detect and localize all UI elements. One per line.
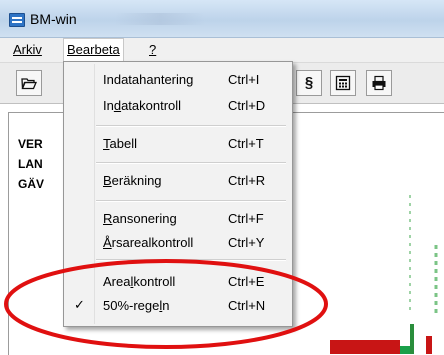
shortcut-label: Ctrl+F: [228, 211, 264, 226]
work-label: VER: [18, 137, 43, 151]
menu-item-ransonering[interactable]: Ransonering Ctrl+F: [64, 208, 292, 230]
menu-separator: [96, 125, 286, 127]
menu-arkiv[interactable]: Arkiv: [10, 42, 45, 57]
menu-item-indatahantering[interactable]: Indatahantering Ctrl+I: [64, 69, 292, 91]
title-bar-blur: [115, 13, 205, 25]
section-icon: §: [304, 74, 314, 91]
title-bar: BM-win: [0, 0, 444, 38]
menu-item-arsarealkontroll[interactable]: Årsarealkontroll Ctrl+Y: [64, 232, 292, 254]
menu-item-tabell[interactable]: Tabell Ctrl+T: [64, 133, 292, 155]
shortcut-label: Ctrl+E: [228, 274, 265, 289]
print-button[interactable]: [366, 70, 392, 96]
window-title: BM-win: [30, 11, 77, 27]
checkmark-icon: ✓: [74, 297, 85, 312]
menu-item-berakning[interactable]: Beräkning Ctrl+R: [64, 170, 292, 192]
shortcut-label: Ctrl+Y: [228, 235, 265, 250]
menu-separator: [96, 200, 286, 202]
calculator-icon: [335, 75, 351, 91]
shortcut-label: Ctrl+N: [228, 298, 266, 313]
chart-fragment-vertical: [409, 195, 438, 313]
app-icon: [9, 13, 25, 27]
section-button[interactable]: §: [296, 70, 322, 96]
menu-separator: [96, 162, 286, 164]
calculator-button[interactable]: [330, 70, 356, 96]
open-folder-button[interactable]: [16, 70, 42, 96]
chart-fragment: [330, 324, 432, 354]
shortcut-label: Ctrl+R: [228, 173, 266, 188]
menu-separator: [96, 259, 286, 261]
bearbeta-dropdown-menu: Indatahantering Ctrl+I Indatakontroll Ct…: [63, 61, 293, 327]
shortcut-label: Ctrl+T: [228, 136, 264, 151]
folder-open-icon: [21, 78, 37, 90]
menu-item-50-procent-regeln[interactable]: ✓ 50%-regeln Ctrl+N: [64, 295, 292, 317]
menu-help[interactable]: ?: [146, 42, 159, 57]
menu-bar: Arkiv Bearbeta ?: [0, 38, 444, 63]
work-label: GÄV: [18, 177, 45, 191]
menu-item-arealkontroll[interactable]: Arealkontroll Ctrl+E: [64, 271, 292, 293]
printer-icon: [372, 75, 386, 91]
shortcut-label: Ctrl+I: [228, 72, 260, 87]
menu-item-indatakontroll[interactable]: Indatakontroll Ctrl+D: [64, 95, 292, 117]
shortcut-label: Ctrl+D: [228, 98, 266, 113]
menu-bearbeta[interactable]: Bearbeta: [63, 38, 124, 61]
work-label: LAN: [18, 157, 43, 171]
